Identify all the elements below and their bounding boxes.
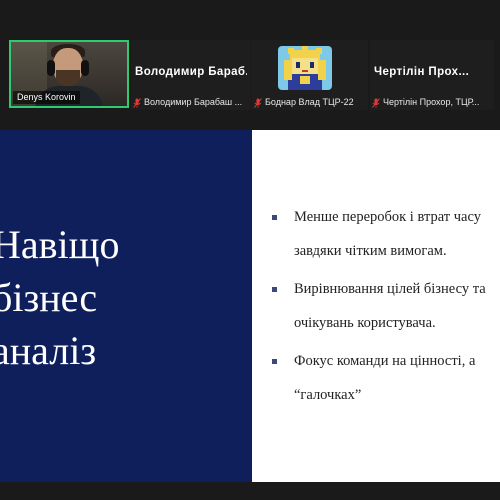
muted-mic-icon bbox=[372, 97, 380, 108]
shared-screen-slide: Навіщо бізнес аналіз Менше переробок і в… bbox=[0, 130, 500, 482]
participant-name: Чертілін Прохор, ТЦР... bbox=[383, 97, 480, 107]
bullet-text-line: Фокус команди на цінності, а bbox=[294, 353, 476, 369]
bullet-item: Вирівнювання цілей бізнесу та очікувань … bbox=[272, 272, 500, 340]
participant-tile-avatar[interactable]: Боднар Влад ТЦР-22 bbox=[252, 40, 368, 110]
participant-avatar bbox=[278, 46, 332, 90]
slide-title-line: Навіщо bbox=[0, 222, 120, 267]
person-beard bbox=[56, 70, 80, 86]
participant-name-chip: Чертілін Прохор, ТЦР... bbox=[372, 97, 492, 108]
participant-name-chip: Володимир Барабаш ... bbox=[133, 97, 249, 108]
bullet-marker-icon bbox=[272, 359, 277, 364]
participant-tile-name[interactable]: Чертілін Прох... Чертілін Прохор, ТЦР... bbox=[370, 40, 494, 110]
slide-title-panel: Навіщо бізнес аналіз bbox=[0, 130, 252, 482]
meeting-window: Denys Korovin Володимир Бараб... Володим… bbox=[0, 0, 500, 500]
participant-tile-video[interactable]: Denys Korovin bbox=[9, 40, 129, 108]
participant-strip: Denys Korovin Володимир Бараб... Володим… bbox=[0, 0, 500, 115]
headphones-icon bbox=[47, 60, 55, 76]
bullet-marker-icon bbox=[272, 215, 277, 220]
participant-name: Боднар Влад ТЦР-22 bbox=[265, 97, 354, 107]
bullet-text-line: Вирівнювання цілей бізнесу та bbox=[294, 281, 486, 297]
pixel-avatar-image bbox=[278, 46, 332, 90]
participant-tile-name[interactable]: Володимир Бараб... Володимир Барабаш ... bbox=[131, 40, 251, 110]
participant-name: Denys Korovin bbox=[13, 91, 80, 104]
bullet-item: Менше переробок і втрат часу завдяки чіт… bbox=[272, 200, 500, 268]
bullet-marker-icon bbox=[272, 287, 277, 292]
muted-mic-icon bbox=[254, 97, 262, 108]
slide-title: Навіщо бізнес аналіз bbox=[0, 218, 119, 377]
bullet-text-line: “галочках” bbox=[294, 387, 362, 403]
bullet-text-line: Менше переробок і втрат часу bbox=[294, 209, 481, 225]
bullet-text-line: очікувань користувача. bbox=[294, 315, 436, 331]
participant-name-chip: Боднар Влад ТЦР-22 bbox=[254, 97, 366, 108]
participant-display-name: Чертілін Прох... bbox=[374, 66, 470, 78]
slide-bullet-list: Менше переробок і втрат часу завдяки чіт… bbox=[272, 200, 500, 416]
participant-name: Володимир Барабаш ... bbox=[144, 97, 243, 107]
muted-mic-icon bbox=[133, 97, 141, 108]
slide-title-line: аналіз bbox=[0, 328, 97, 373]
headphones-icon bbox=[81, 60, 89, 76]
slide-title-line: бізнес bbox=[0, 275, 98, 320]
bullet-item: Фокус команди на цінності, а “галочках” bbox=[272, 344, 500, 412]
bullet-text-line: завдяки чітким вимогам. bbox=[294, 243, 447, 259]
participant-display-name: Володимир Бараб... bbox=[135, 66, 247, 78]
